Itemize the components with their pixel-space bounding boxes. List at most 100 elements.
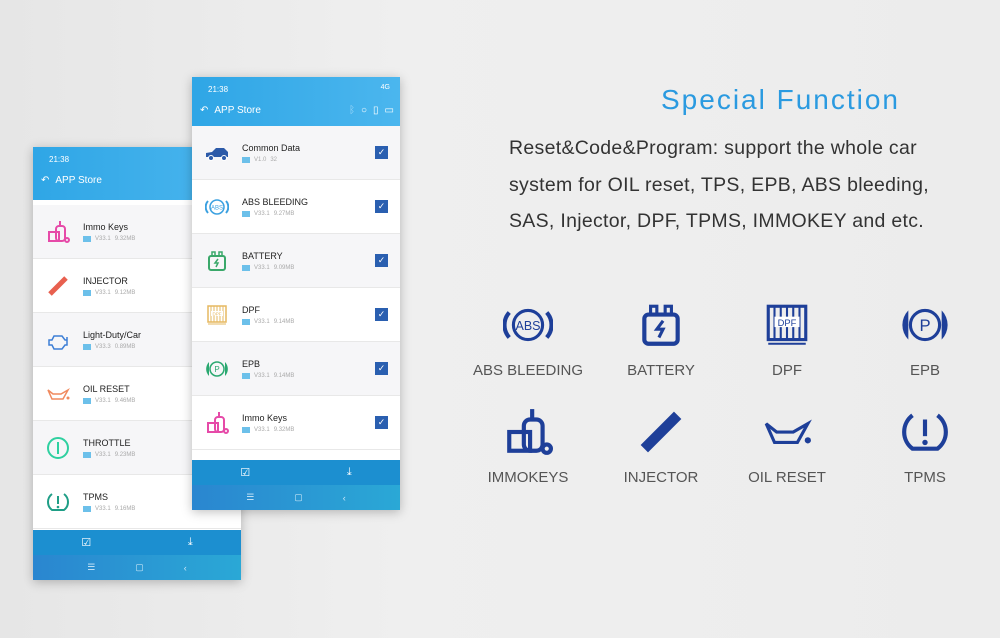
app-size: 9.12MB [114,289,136,296]
home-nav-icon[interactable]: ▢ [294,492,303,503]
app-size: 9.32MB [273,426,295,433]
function-battery: BATTERY [591,300,731,379]
menu-nav-icon[interactable]: ☰ [87,562,95,573]
battery-icon [192,249,242,273]
app-version: V33.1 [95,451,111,458]
app-list-item[interactable]: Common Data V1.0 32 ✓ [192,126,400,180]
checkbox[interactable]: ✓ [375,362,388,375]
function-injector: INJECTOR [591,407,731,486]
app-size: 9.27MB [273,210,295,217]
car-icon [192,141,242,165]
download-icon[interactable]: ⤓ [347,466,352,479]
injector-icon [33,274,83,298]
app-size: 9.16MB [114,505,136,512]
app-size: 9.32MB [114,235,136,242]
function-immokeys: IMMOKEYS [458,407,598,486]
function-abs-bleeding: ABS ABS BLEEDING [458,300,598,379]
app-name: INJECTOR [83,275,128,286]
app-version: V33.1 [254,210,270,217]
app-list-item[interactable]: Immo Keys V33.1 9.32MB ✓ [192,396,400,450]
function-oil-reset: OIL RESET [717,407,857,486]
app-size: 9.23MB [114,451,136,458]
back-icon[interactable]: ↶ [200,105,208,116]
vci-icon[interactable]: ▭ [385,105,394,116]
app-version: V33.1 [95,397,111,404]
function-dpf: DPF DPF [717,300,857,379]
description-line: system for OIL reset, TPS, EPB, ABS blee… [509,174,929,196]
search-icon[interactable]: ○ [361,105,367,116]
app-list-item[interactable]: DPF DPF V33.1 9.14MB ✓ [192,288,400,342]
back-nav-icon[interactable]: ‹ [343,493,346,503]
select-all-icon[interactable]: ☑ [81,536,91,549]
svg-text:P: P [214,365,219,374]
epb-icon: P [855,300,995,350]
app-version: V33.1 [254,318,270,325]
app-header: 21:38 4G ↶ APP Store ᛒ ○ ▯ ▭ [192,77,400,126]
abs-icon: ABS [192,195,242,219]
epb-icon: P [192,357,242,381]
version-icon [83,289,91,296]
app-version: V33.1 [254,372,270,379]
checkbox[interactable]: ✓ [375,146,388,159]
checkbox[interactable]: ✓ [375,308,388,321]
immo-keys-icon [192,411,242,435]
menu-nav-icon[interactable]: ☰ [246,492,254,503]
injector-icon [591,407,731,457]
back-nav-icon[interactable]: ‹ [184,563,187,573]
app-name: BATTERY [242,250,283,261]
svg-text:DPF: DPF [213,311,222,316]
svg-text:ABS: ABS [515,319,540,333]
checkbox[interactable]: ✓ [375,254,388,267]
home-nav-icon[interactable]: ▢ [135,562,144,573]
function-label: IMMOKEYS [487,469,569,486]
version-icon [242,318,250,325]
app-name: TPMS [83,491,109,502]
app-title: APP Store [214,105,261,116]
function-label: EPB [909,362,940,379]
tpms-icon [855,407,995,457]
app-version: V1.0 [254,156,267,163]
description-line: SAS, Injector, DPF, TPMS, IMMOKEY and et… [509,210,925,232]
battery-icon [591,300,731,350]
svg-text:P: P [919,316,930,335]
app-name: OIL RESET [83,383,130,394]
version-icon [83,343,91,350]
app-size: 9.14MB [273,372,295,379]
app-name: EPB [242,358,261,369]
oil-can-icon [717,407,857,457]
app-version: V33.1 [254,426,270,433]
signal-status: 4G [380,84,390,91]
checkbox[interactable]: ✓ [375,416,388,429]
app-list-item[interactable]: ABS ABS BLEEDING V33.1 9.27MB ✓ [192,180,400,234]
function-tpms: TPMS [855,407,995,486]
status-time: 21:38 [49,155,70,164]
back-icon[interactable]: ↶ [41,175,49,186]
throttle-icon [33,436,83,460]
immo-keys-icon [458,407,598,457]
app-version: V33.1 [95,505,111,512]
app-list-item[interactable]: P EPB V33.1 9.14MB ✓ [192,342,400,396]
abs-icon: ABS [458,300,598,350]
app-size: 0.89MB [114,343,136,350]
select-all-icon[interactable]: ☑ [240,466,250,479]
app-name: Common Data [242,142,301,153]
app-name: THROTTLE [83,437,131,448]
function-label: TPMS [904,469,946,486]
engine-icon [33,328,83,352]
app-name: Light-Duty/Car [83,329,142,340]
app-version: V33.1 [254,264,270,271]
version-icon [83,397,91,404]
version-icon [242,264,250,271]
app-list-item[interactable]: BATTERY V33.1 9.09MB ✓ [192,234,400,288]
function-label: DPF [772,362,802,379]
app-name: ABS BLEEDING [242,196,309,207]
download-icon[interactable]: ⤓ [188,536,193,549]
bluetooth-icon[interactable]: ᛒ [349,105,355,116]
checkbox[interactable]: ✓ [375,200,388,213]
function-label: OIL RESET [748,469,826,486]
dpf-icon: DPF [717,300,857,350]
app-name: DPF [242,304,260,315]
version-icon [83,235,91,242]
sd-card-icon[interactable]: ▯ [373,105,379,116]
function-label: BATTERY [627,362,695,379]
